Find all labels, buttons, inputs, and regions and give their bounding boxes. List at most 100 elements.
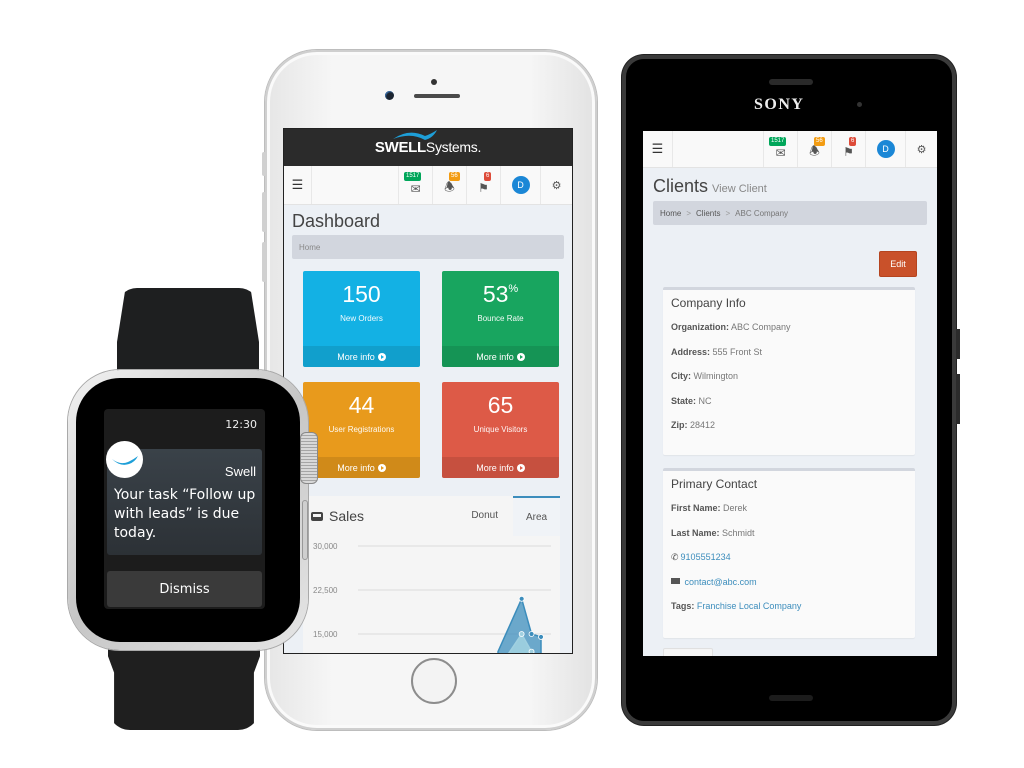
tasks-badge: 6 [849,137,857,146]
breadcrumb-separator: > [725,208,731,218]
menu-toggle-button[interactable]: ☰ [284,166,312,204]
watch-digital-crown[interactable] [300,432,318,484]
breadcrumb-separator: > [686,208,692,218]
breadcrumb-clients[interactable]: Clients [696,209,720,218]
menu-toggle-button[interactable]: ☰ [643,131,673,167]
info-row-first-name: First Name: Derek [671,503,748,513]
arrow-circle-right-icon [377,352,386,361]
tile-value: 53% [482,281,519,307]
swell-logo[interactable]: SWELLSystems. [375,130,481,156]
inbox-icon [311,511,323,521]
tasks-button[interactable]: 6 ⚑ [466,166,500,204]
info-row-state: State: NC [671,395,712,406]
notification-message: Your task “Follow up with leads” is due … [114,487,256,541]
tile-more-info-link[interactable]: More info [303,457,420,478]
sony-bottom-speaker [769,695,813,701]
settings-button[interactable]: ⚙ [905,131,937,167]
primary-contact-box: Primary Contact First Name: Derek Last N… [663,468,915,638]
partial-box [663,648,713,656]
messages-button[interactable]: 1517 ✉ [763,131,797,167]
tasks-button[interactable]: 6 ⚑ [831,131,865,167]
gears-icon: ⚙ [916,143,927,156]
breadcrumb-home[interactable]: Home [299,243,320,252]
data-point[interactable] [518,595,525,602]
sales-area-chart: 30,000 22,500 15,000 [313,542,551,654]
iphone-device: SWELLSystems. ☰ 1517 ✉ 56 🕭 6 ⚑ D ⚙ Dash… [262,50,597,730]
company-info-title: Company Info [671,296,746,310]
email-link[interactable]: contact@abc.com [685,577,757,587]
tile-more-info-link[interactable]: More info [442,346,559,367]
tile-more-info-link[interactable]: More info [303,346,420,367]
envelope-icon [671,578,680,585]
data-point[interactable] [528,648,535,654]
y-tick-label: 22,500 [313,586,338,595]
arrow-circle-right-icon [377,463,386,472]
page-title: Clients View Client [653,176,767,196]
tile-label: Bounce Rate [477,314,524,323]
tile-bounce-rate: 53% Bounce Rate More info [442,271,559,367]
tile-new-orders: 150 New Orders More info [303,271,420,367]
sony-device: SONY ☰ 1517 ✉ 56 🕭 6 ⚑ D ⚙ Clients View … [622,55,960,725]
phone-link[interactable]: 9105551234 [681,552,731,562]
user-menu-button[interactable]: D [865,131,905,167]
tile-more-info-link[interactable]: More info [442,457,559,478]
settings-button[interactable]: ⚙ [540,166,572,204]
sony-power-key [956,329,960,359]
arrow-circle-right-icon [516,352,525,361]
info-row-city: City: Wilmington [671,371,739,381]
y-tick-label: 15,000 [313,630,338,639]
sales-title: Sales [311,508,364,524]
flag-icon: ⚑ [843,145,854,159]
top-navbar: ☰ 1517 ✉ 56 🕭 6 ⚑ D ⚙ [284,166,572,205]
swoosh-logo-icon [111,455,138,465]
notifications-button[interactable]: 56 🕭 [797,131,831,167]
edit-button[interactable]: Edit [879,251,917,277]
tile-value: 65 [487,392,514,418]
hamburger-icon: ☰ [291,177,304,192]
watch-band-bottom [108,648,260,730]
tile-label: New Orders [340,314,383,323]
data-point[interactable] [528,631,535,637]
notifications-badge: 56 [814,137,825,146]
notification-app-name: Swell [224,464,256,479]
watch-time: 12:30 [225,418,257,431]
data-point[interactable] [518,631,525,637]
dismiss-button[interactable]: Dismiss [107,571,262,607]
breadcrumb: Home > Clients > ABC Company [653,201,927,225]
tags-link[interactable]: Franchise Local Company [697,601,802,611]
envelope-icon: ✉ [775,146,786,160]
envelope-icon: ✉ [410,182,421,196]
swoosh-logo-icon [392,130,437,140]
y-tick-label: 30,000 [313,542,338,551]
brand-header: SWELLSystems. [284,129,572,166]
iphone-home-button[interactable] [411,658,457,704]
sony-front-camera [857,102,862,107]
page-subtitle: View Client [712,183,767,195]
company-info-box: Company Info Organization: ABC Company A… [663,287,915,455]
messages-button[interactable]: 1517 ✉ [398,166,432,204]
phone-icon: ✆ [671,552,679,562]
watch-side-button[interactable] [302,500,308,560]
user-menu-button[interactable]: D [500,166,540,204]
sony-screen: ☰ 1517 ✉ 56 🕭 6 ⚑ D ⚙ Clients View Clien… [643,131,937,656]
iphone-volume-down [262,242,266,282]
tile-unique-visitors: 65 Unique Visitors More info [442,382,559,478]
tile-label: Unique Visitors [473,425,528,434]
tile-label: User Registrations [328,425,395,434]
flag-icon: ⚑ [478,181,489,195]
notifications-badge: 56 [449,172,460,181]
tile-user-registrations: 44 User Registrations More info [303,382,420,478]
tile-value: 44 [348,392,375,418]
info-row-tags: Tags: Franchise Local Company [671,601,802,611]
breadcrumb-home[interactable]: Home [660,209,681,218]
notifications-button[interactable]: 56 🕭 [432,166,466,204]
messages-badge: 1517 [404,172,422,181]
sony-logo: SONY [754,96,805,113]
data-point[interactable] [538,634,544,640]
iphone-screen: SWELLSystems. ☰ 1517 ✉ 56 🕭 6 ⚑ D ⚙ Dash… [283,128,573,654]
tab-area[interactable]: Area [513,496,560,536]
stat-tiles: 150 New Orders More info 53% Bounce Rate… [284,259,572,478]
page-title: Dashboard [292,211,381,231]
info-row-zip: Zip: 28412 [671,420,716,430]
tab-donut[interactable]: Donut [471,510,498,521]
